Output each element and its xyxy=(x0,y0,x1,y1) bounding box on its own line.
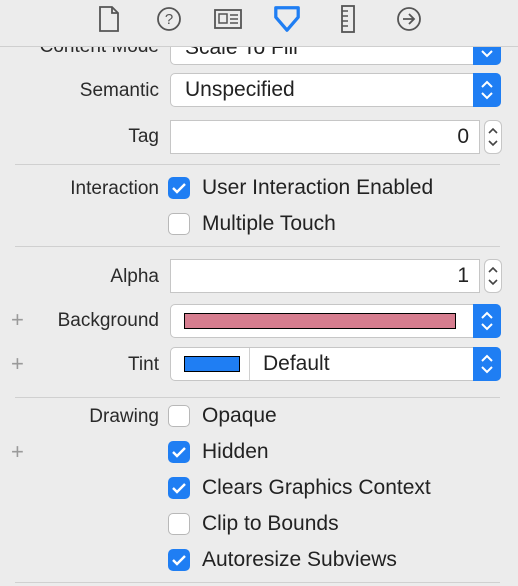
user-interaction-checkbox[interactable] xyxy=(168,177,190,199)
tint-label: Tint xyxy=(128,354,159,375)
clip-to-bounds-label: Clip to Bounds xyxy=(202,512,339,535)
identity-inspector-icon[interactable] xyxy=(214,5,242,33)
section-divider xyxy=(15,164,500,165)
attributes-inspector-icon[interactable] xyxy=(273,5,301,33)
add-variation-icon[interactable]: + xyxy=(11,353,24,375)
hidden-label: Hidden xyxy=(202,440,269,463)
section-divider xyxy=(15,246,500,247)
section-divider xyxy=(15,397,500,398)
section-divider xyxy=(15,582,500,583)
user-interaction-label: User Interaction Enabled xyxy=(202,176,434,199)
alpha-value: 1 xyxy=(457,264,469,287)
popup-arrows-icon xyxy=(473,304,501,338)
semantic-popup[interactable]: Unspecified xyxy=(170,73,501,107)
background-color-swatch[interactable] xyxy=(184,313,456,329)
autoresize-subviews-checkbox[interactable] xyxy=(168,549,190,571)
hidden-checkbox[interactable] xyxy=(168,441,190,463)
alpha-stepper[interactable] xyxy=(484,259,502,293)
alpha-field[interactable]: 1 xyxy=(170,259,480,293)
tag-field[interactable]: 0 xyxy=(170,120,480,154)
multiple-touch-label: Multiple Touch xyxy=(202,212,336,235)
svg-text:?: ? xyxy=(165,11,173,28)
quick-help-icon[interactable]: ? xyxy=(155,5,183,33)
tint-color-swatch[interactable] xyxy=(184,356,240,372)
opaque-checkbox[interactable] xyxy=(168,405,190,427)
interaction-label: Interaction xyxy=(70,178,159,199)
clears-graphics-context-label: Clears Graphics Context xyxy=(202,476,431,499)
alpha-label: Alpha xyxy=(110,266,159,287)
background-label: Background xyxy=(57,310,159,331)
autoresize-subviews-label: Autoresize Subviews xyxy=(202,548,397,571)
drawing-label: Drawing xyxy=(89,406,159,427)
multiple-touch-checkbox[interactable] xyxy=(168,213,190,235)
semantic-value: Unspecified xyxy=(185,78,295,101)
file-inspector-icon[interactable] xyxy=(95,5,123,33)
tag-label: Tag xyxy=(128,126,159,147)
tint-separator xyxy=(249,348,250,380)
popup-arrows-icon xyxy=(473,347,501,381)
opaque-label: Opaque xyxy=(202,404,277,427)
tint-value: Default xyxy=(263,352,330,375)
clears-graphics-context-checkbox[interactable] xyxy=(168,477,190,499)
add-variation-icon[interactable]: + xyxy=(11,309,24,331)
connections-inspector-icon[interactable] xyxy=(395,5,423,33)
popup-arrows-icon xyxy=(473,73,501,107)
size-inspector-icon[interactable] xyxy=(334,5,362,33)
tag-value: 0 xyxy=(457,125,469,148)
inspector-toolbar: ? xyxy=(0,0,518,47)
tag-stepper[interactable] xyxy=(484,120,502,154)
semantic-label: Semantic xyxy=(79,80,159,101)
clip-to-bounds-checkbox[interactable] xyxy=(168,513,190,535)
add-variation-icon[interactable]: + xyxy=(11,441,24,463)
